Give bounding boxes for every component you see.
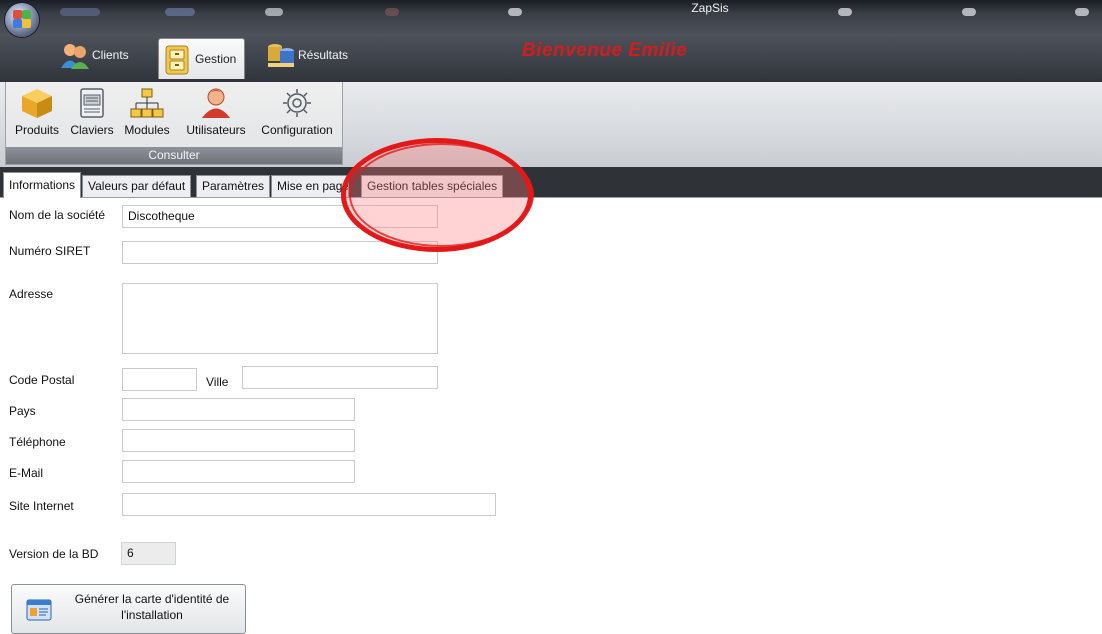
ville-field[interactable] <box>242 366 438 389</box>
ribbon-button-label: Utilisateurs <box>186 123 246 137</box>
background-streak <box>385 8 399 16</box>
ribbon-group-label: Consulter <box>6 147 342 164</box>
ribbon-tab-gestion[interactable]: Gestion <box>158 38 246 79</box>
version-bd-field: 6 <box>121 542 176 565</box>
window-title: ZapSis <box>691 1 729 15</box>
code-postal-field[interactable] <box>122 368 197 391</box>
background-streak <box>838 8 852 16</box>
ribbon-button-label: Modules <box>124 123 170 137</box>
keyboard-icon <box>75 87 109 118</box>
ribbon-button-label: Configuration <box>261 123 333 137</box>
email-label: E-Mail <box>9 466 44 480</box>
ribbon-group-consulter: Produits Claviers Modules Utilisateurs C… <box>5 82 343 165</box>
ribbon-panel: Produits Claviers Modules Utilisateurs C… <box>0 82 1102 168</box>
gear-icon <box>280 87 314 117</box>
app-menu-button[interactable] <box>5 3 39 37</box>
adresse-label: Adresse <box>9 287 54 301</box>
tab-parametres[interactable]: Paramètres <box>196 175 271 197</box>
generate-button-label: Générer la carte d'identité de l'install… <box>62 591 242 623</box>
telephone-label: Téléphone <box>9 435 66 449</box>
tab-mise-en-page[interactable]: Mise en page <box>271 175 349 197</box>
pays-field[interactable] <box>122 398 355 421</box>
user-icon <box>199 87 233 118</box>
site-internet-field[interactable] <box>122 493 496 516</box>
produits-button[interactable]: Produits <box>10 87 64 145</box>
siret-label: Numéro SIRET <box>9 244 91 258</box>
modules-button[interactable]: Modules <box>120 87 174 145</box>
background-streak <box>165 8 195 16</box>
background-streak <box>508 8 522 16</box>
adresse-field[interactable] <box>122 283 438 354</box>
telephone-field[interactable] <box>122 429 355 452</box>
code-postal-label: Code Postal <box>9 373 75 387</box>
cabinet-icon <box>163 45 191 75</box>
email-field[interactable] <box>122 460 355 483</box>
generate-button-line2: l'installation <box>121 608 183 622</box>
nom-societe-label: Nom de la société <box>9 208 106 222</box>
background-streak <box>1075 8 1089 16</box>
ribbon-button-label: Produits <box>14 123 60 137</box>
box-icon <box>20 87 54 118</box>
title-bar: ZapSis Clients Gestion Résultats Bienven… <box>0 0 1102 82</box>
ribbon-tab-resultats[interactable]: Résultats <box>266 38 348 71</box>
pays-label: Pays <box>9 404 36 418</box>
ville-label: Ville <box>206 375 229 389</box>
welcome-message: Bienvenue Emilie <box>522 40 688 61</box>
background-streak <box>265 8 283 16</box>
red-highlight-circle-outline <box>349 143 534 247</box>
ribbon-tab-label: Résultats <box>298 47 349 62</box>
background-streak <box>962 8 976 16</box>
ribbon-button-label: Claviers <box>70 123 114 137</box>
id-card-icon <box>26 599 52 624</box>
ribbon-tab-label: Gestion <box>195 52 237 66</box>
claviers-button[interactable]: Claviers <box>67 87 117 145</box>
version-bd-label: Version de la BD <box>9 547 99 561</box>
site-internet-label: Site Internet <box>9 499 74 513</box>
tab-valeurs-par-defaut[interactable]: Valeurs par défaut <box>82 175 192 197</box>
results-icon <box>266 41 294 69</box>
background-streak <box>60 8 100 16</box>
utilisateurs-button[interactable]: Utilisateurs <box>180 87 252 145</box>
configuration-button[interactable]: Configuration <box>256 87 338 145</box>
clients-icon <box>60 41 89 69</box>
ribbon-tab-clients[interactable]: Clients <box>60 38 129 71</box>
ribbon-tab-label: Clients <box>92 47 129 62</box>
tab-informations[interactable]: Informations <box>3 172 82 198</box>
generate-id-card-button[interactable]: Générer la carte d'identité de l'install… <box>11 584 246 634</box>
modules-icon <box>130 87 164 118</box>
generate-button-line1: Générer la carte d'identité de <box>74 592 230 606</box>
tab-strip: Informations Valeurs par défaut Paramètr… <box>0 167 1102 198</box>
